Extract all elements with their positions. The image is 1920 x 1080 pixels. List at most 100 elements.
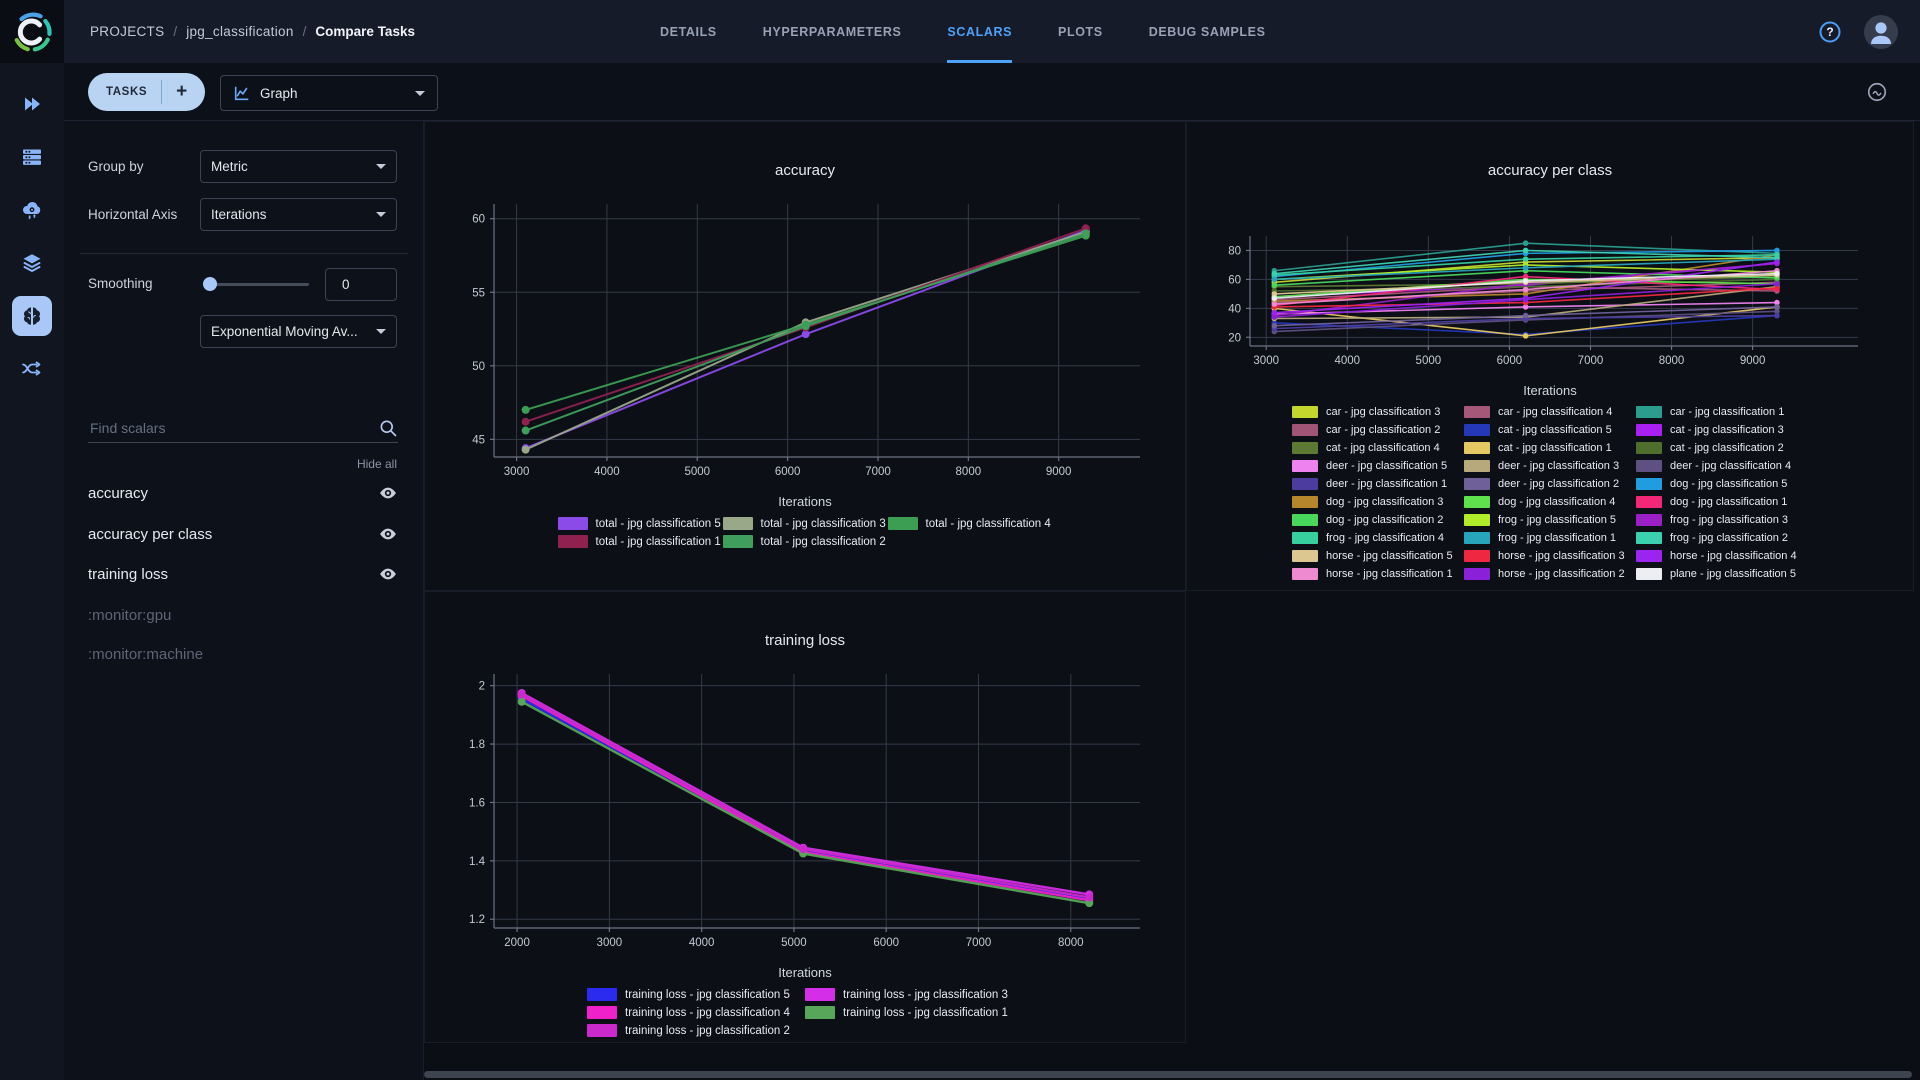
- legend-item[interactable]: cat - jpg classification 2: [1636, 442, 1808, 454]
- legend-label: total - jpg classification 3: [760, 517, 886, 530]
- eye-icon[interactable]: [378, 524, 398, 544]
- legend-item[interactable]: car - jpg classification 4: [1464, 406, 1636, 418]
- legend-item[interactable]: deer - jpg classification 5: [1292, 460, 1464, 472]
- legend-item[interactable]: training loss - jpg classification 3: [805, 988, 1023, 1001]
- legend-item[interactable]: deer - jpg classification 1: [1292, 478, 1464, 490]
- legend-item[interactable]: dog - jpg classification 4: [1464, 496, 1636, 508]
- legend-item[interactable]: deer - jpg classification 4: [1636, 460, 1808, 472]
- horizontal-scrollbar[interactable]: [424, 1071, 1912, 1078]
- tab-plots[interactable]: PLOTS: [1058, 0, 1103, 63]
- legend-item[interactable]: total - jpg classification 3: [722, 517, 888, 530]
- chevron-down-icon: [376, 212, 386, 217]
- legend-item[interactable]: training loss - jpg classification 1: [805, 1006, 1023, 1019]
- legend-item[interactable]: horse - jpg classification 2: [1464, 568, 1636, 580]
- tab-debug-samples[interactable]: DEBUG SAMPLES: [1149, 0, 1266, 63]
- legend-item[interactable]: frog - jpg classification 1: [1464, 532, 1636, 544]
- legend-item[interactable]: cat - jpg classification 5: [1464, 424, 1636, 436]
- legend-item[interactable]: frog - jpg classification 4: [1292, 532, 1464, 544]
- legend-swatch: [722, 535, 753, 548]
- tab-details[interactable]: DETAILS: [660, 0, 717, 63]
- metric-label: :monitor:gpu: [88, 606, 172, 624]
- chart-plot: 3000 4000 5000 6000 7000 8000 9000 45 50 55 60: [472, 204, 1140, 478]
- view-mode-dropdown[interactable]: Graph: [220, 75, 438, 111]
- nav-models[interactable]: [12, 296, 52, 336]
- legend-item[interactable]: horse - jpg classification 5: [1292, 550, 1464, 562]
- smoothing-slider-track[interactable]: [203, 283, 309, 286]
- legend-item[interactable]: horse - jpg classification 3: [1464, 550, 1636, 562]
- smoothing-slider-thumb[interactable]: [203, 277, 217, 291]
- nav-pipelines[interactable]: [12, 349, 52, 389]
- legend-item[interactable]: car - jpg classification 2: [1292, 424, 1464, 436]
- horizontal-axis-dropdown[interactable]: Iterations: [200, 198, 397, 231]
- eye-icon[interactable]: [378, 564, 398, 584]
- find-scalars-input[interactable]: [88, 418, 378, 437]
- legend-item[interactable]: deer - jpg classification 3: [1464, 460, 1636, 472]
- svg-text:?: ?: [1826, 25, 1833, 39]
- legend-item[interactable]: frog - jpg classification 5: [1464, 514, 1636, 526]
- metric-row-training-loss[interactable]: training loss: [88, 554, 398, 594]
- legend-item[interactable]: horse - jpg classification 4: [1636, 550, 1808, 562]
- legend-item[interactable]: dog - jpg classification 1: [1636, 496, 1808, 508]
- legend-item[interactable]: plane - jpg classification 5: [1636, 568, 1808, 580]
- tab-hyperparameters[interactable]: HYPERPARAMETERS: [763, 0, 902, 63]
- clearml-logo[interactable]: [0, 0, 64, 63]
- legend-item[interactable]: cat - jpg classification 1: [1464, 442, 1636, 454]
- legend-item[interactable]: horse - jpg classification 1: [1292, 568, 1464, 580]
- svg-text:7000: 7000: [1578, 355, 1604, 367]
- legend-item[interactable]: training loss - jpg classification 5: [587, 988, 805, 1001]
- smoothing-value-input[interactable]: [325, 268, 397, 301]
- svg-text:5000: 5000: [781, 937, 807, 949]
- legend-item[interactable]: dog - jpg classification 3: [1292, 496, 1464, 508]
- nav-datasets[interactable]: [12, 243, 52, 283]
- auto-refresh-toggle[interactable]: [1866, 81, 1888, 108]
- legend-item[interactable]: frog - jpg classification 2: [1636, 532, 1808, 544]
- legend-item[interactable]: dog - jpg classification 5: [1636, 478, 1808, 490]
- legend-item[interactable]: total - jpg classification 2: [722, 535, 888, 548]
- metric-row-accuracy-per-class[interactable]: accuracy per class: [88, 514, 398, 554]
- legend-swatch: [1292, 496, 1318, 508]
- nav-workers-queues[interactable]: [12, 137, 52, 177]
- accuracy-per-class-chart-canvas[interactable]: 3000 4000 5000 6000 7000 8000 9000 20 40 60 80: [1200, 222, 1900, 381]
- svg-text:6000: 6000: [1497, 355, 1523, 367]
- help-icon[interactable]: ?: [1818, 20, 1842, 44]
- metric-row-monitor-machine[interactable]: :monitor:machine: [88, 634, 398, 674]
- legend-item[interactable]: deer - jpg classification 2: [1464, 478, 1636, 490]
- hide-all-link[interactable]: Hide all: [357, 457, 397, 471]
- cloud-gear-icon: [23, 201, 41, 220]
- nav-projects[interactable]: [12, 84, 52, 124]
- tab-scalars[interactable]: SCALARS: [947, 0, 1013, 63]
- svg-text:2: 2: [479, 681, 485, 693]
- legend-item[interactable]: car - jpg classification 3: [1292, 406, 1464, 418]
- legend-label: total - jpg classification 2: [760, 535, 886, 548]
- breadcrumb: PROJECTS / jpg_classification / Compare …: [90, 0, 415, 63]
- eye-icon[interactable]: [378, 483, 398, 503]
- nav-cloud-autoscalers[interactable]: [12, 190, 52, 230]
- legend-item[interactable]: training loss - jpg classification 4: [587, 1006, 805, 1019]
- legend-label: dog - jpg classification 2: [1326, 514, 1444, 526]
- legend-swatch: [1464, 550, 1490, 562]
- legend-item[interactable]: total - jpg classification 4: [887, 517, 1053, 530]
- smoothing-slider[interactable]: [203, 277, 309, 291]
- metric-row-monitor-gpu[interactable]: :monitor:gpu: [88, 595, 398, 635]
- add-task-button[interactable]: +: [162, 81, 201, 103]
- legend-label: frog - jpg classification 3: [1670, 514, 1788, 526]
- legend-item[interactable]: dog - jpg classification 2: [1292, 514, 1464, 526]
- user-avatar[interactable]: [1864, 14, 1898, 49]
- group-by-dropdown[interactable]: Metric: [200, 150, 397, 183]
- metric-row-accuracy[interactable]: accuracy: [88, 473, 398, 513]
- accuracy-chart-canvas[interactable]: 3000 4000 5000 6000 7000 8000 9000 45 50 55 60: [436, 192, 1174, 492]
- legend-item[interactable]: cat - jpg classification 3: [1636, 424, 1808, 436]
- legend-item[interactable]: total - jpg classification 5: [557, 517, 723, 530]
- breadcrumb-projects-link[interactable]: PROJECTS: [90, 24, 164, 39]
- legend-item[interactable]: training loss - jpg classification 2: [587, 1024, 805, 1037]
- settings-divider: [80, 253, 408, 254]
- legend-item[interactable]: car - jpg classification 1: [1636, 406, 1808, 418]
- search-icon[interactable]: [378, 418, 398, 438]
- smoothing-algorithm-dropdown[interactable]: Exponential Moving Av...: [200, 315, 397, 348]
- legend-item[interactable]: total - jpg classification 1: [557, 535, 723, 548]
- training-loss-chart-canvas[interactable]: 2000 3000 4000 5000 6000 7000 8000 1.2 1.4 1.6 1.8…: [436, 662, 1174, 963]
- legend-item[interactable]: frog - jpg classification 3: [1636, 514, 1808, 526]
- breadcrumb-project-link[interactable]: jpg_classification: [186, 24, 293, 39]
- legend-item[interactable]: cat - jpg classification 4: [1292, 442, 1464, 454]
- tasks-selector-button[interactable]: TASKS +: [88, 73, 206, 111]
